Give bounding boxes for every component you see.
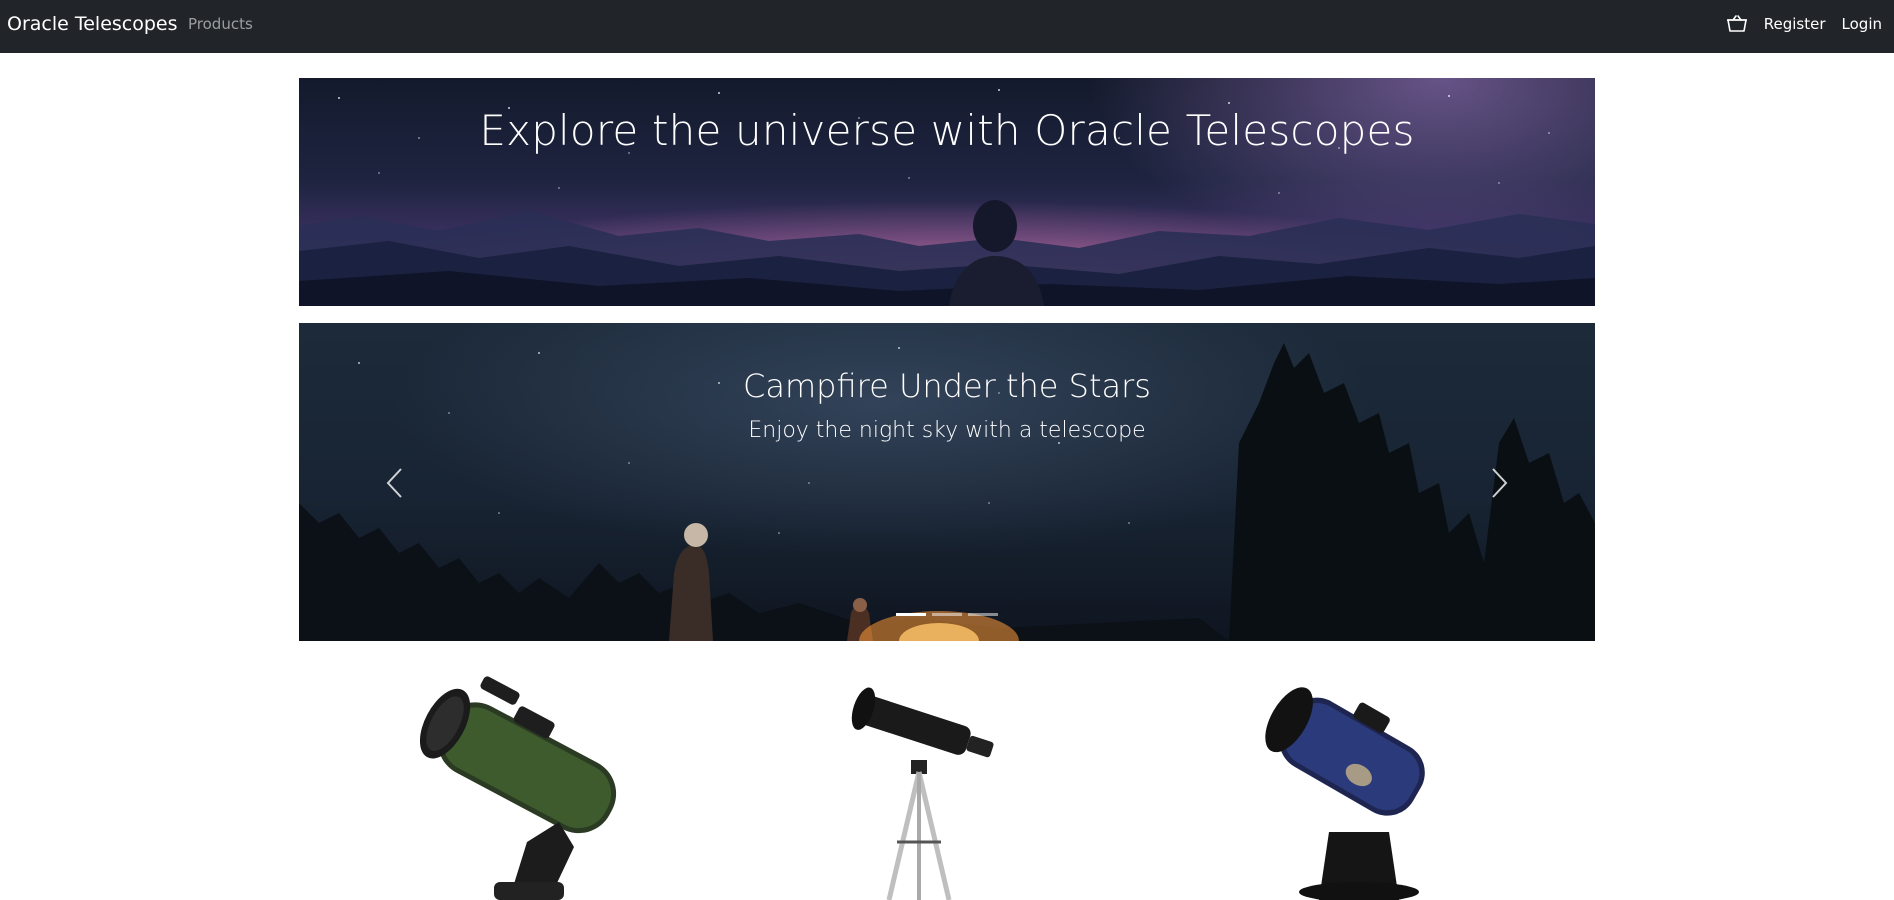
slide-title: Campfire Under the Stars — [743, 367, 1151, 405]
green-reflector-telescope-image — [419, 676, 617, 900]
chevron-left-icon — [386, 468, 402, 498]
carousel-indicator-3[interactable] — [968, 613, 998, 616]
cart-icon[interactable] — [1726, 13, 1750, 35]
chevron-right-icon — [1492, 468, 1508, 498]
product-card-green-reflector[interactable] — [399, 672, 659, 900]
nav-link-products[interactable]: Products — [188, 0, 253, 48]
carousel-indicator-2[interactable] — [932, 613, 962, 616]
product-card-blue-dobsonian[interactable] — [1259, 672, 1459, 900]
carousel-indicator-1[interactable] — [896, 613, 926, 616]
blue-dobsonian-telescope-image — [1265, 687, 1425, 900]
navbar: Oracle Telescopes Products Register Logi… — [0, 0, 1894, 53]
refractor-telescope-image — [851, 687, 994, 900]
mountain-silhouette — [299, 200, 1595, 306]
hero-banner: Explore the universe with Oracle Telesco… — [299, 78, 1595, 306]
slide-subtitle: Enjoy the night sky with a telescope — [748, 418, 1146, 443]
brand-link[interactable]: Oracle Telescopes — [7, 0, 178, 48]
carousel: Campfire Under the Stars Enjoy the night… — [299, 323, 1595, 641]
login-link[interactable]: Login — [1842, 0, 1882, 48]
carousel-next-button[interactable] — [1480, 453, 1520, 513]
product-card-refractor-tripod[interactable] — [819, 672, 1019, 900]
product-grid — [299, 672, 1595, 900]
carousel-prev-button[interactable] — [374, 453, 414, 513]
nav-right: Register Login — [1726, 0, 1882, 48]
register-link[interactable]: Register — [1764, 0, 1826, 48]
carousel-indicators — [299, 613, 1595, 616]
hero-title: Explore the universe with Oracle Telesco… — [479, 106, 1415, 155]
